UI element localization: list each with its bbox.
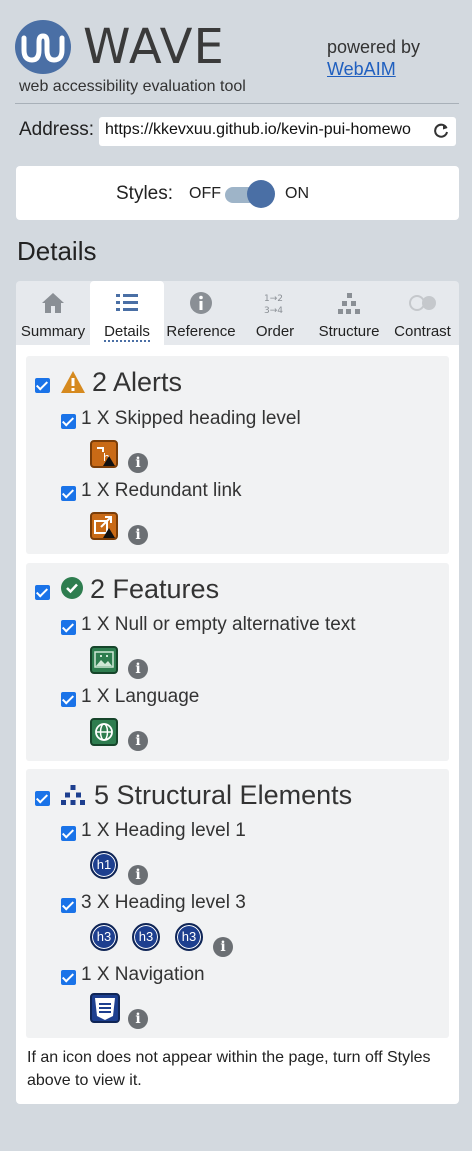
styles-off-label: OFF	[189, 185, 221, 202]
tab-summary[interactable]: Summary	[16, 281, 90, 345]
alerts-checkbox[interactable]	[35, 378, 50, 393]
null-alt-label: 1 X Null or empty alternative text	[81, 614, 356, 635]
tab-bar: Summary Details Reference 1→2 3→4 Order …	[16, 281, 459, 345]
address-value[interactable]: https://kkevxuu.github.io/kevin-pui-home…	[105, 121, 423, 139]
list-icon	[116, 294, 138, 311]
redundant-link-label: 1 X Redundant link	[81, 480, 242, 501]
heading-3-checkbox[interactable]	[61, 898, 76, 913]
tab-order[interactable]: 1→2 3→4 Order	[238, 281, 312, 345]
skipped-heading-icon[interactable]: h	[90, 440, 118, 468]
tab-summary-label: Summary	[20, 323, 86, 340]
contrast-icon	[408, 295, 436, 311]
language-checkbox[interactable]	[61, 692, 76, 707]
navigation-checkbox[interactable]	[61, 970, 76, 985]
skipped-heading-info-icon[interactable]: i	[128, 453, 148, 473]
heading-3-badge-icon[interactable]: h3	[175, 923, 203, 951]
home-icon	[42, 293, 64, 313]
info-circle-icon	[190, 292, 212, 314]
alerts-title: 2 Alerts	[92, 367, 183, 397]
heading-1-info-icon[interactable]: i	[128, 865, 148, 885]
heading-3-label: 3 X Heading level 3	[81, 892, 246, 913]
heading-1-badge-icon[interactable]: h1	[90, 851, 118, 879]
structure-group: 5 Structural Elements 1 X Heading level …	[26, 769, 449, 1038]
language-icon[interactable]	[90, 718, 118, 746]
structure-tree-icon	[61, 785, 85, 805]
language-info-icon[interactable]: i	[128, 731, 148, 751]
checkmark-circle-icon	[61, 577, 83, 599]
logo-text: WAVE	[83, 19, 225, 75]
styles-panel: Styles: OFF ON	[16, 166, 459, 220]
wave-logo-icon	[15, 20, 71, 74]
heading-1-label: 1 X Heading level 1	[81, 820, 246, 841]
address-label: Address:	[19, 119, 94, 140]
styles-toggle-knob[interactable]	[247, 180, 275, 208]
features-group: 2 Features 1 X Null or empty alternative…	[26, 563, 449, 761]
navigation-info-icon[interactable]: i	[128, 1009, 148, 1029]
heading-3-badge-icon[interactable]: h3	[90, 923, 118, 951]
powered-by-label: powered by	[327, 37, 421, 57]
styles-on-label: ON	[285, 185, 309, 202]
structure-title: 5 Structural Elements	[94, 780, 353, 810]
redundant-link-checkbox[interactable]	[61, 486, 76, 501]
skipped-heading-checkbox[interactable]	[61, 414, 76, 429]
heading-3-info-icon[interactable]: i	[213, 937, 233, 957]
tab-structure[interactable]: Structure	[312, 281, 386, 345]
language-label: 1 X Language	[81, 686, 200, 707]
heading-3-badge-icon[interactable]: h3	[132, 923, 160, 951]
tab-reference[interactable]: Reference	[164, 281, 238, 345]
redundant-link-info-icon[interactable]: i	[128, 525, 148, 545]
structure-checkbox[interactable]	[35, 791, 50, 806]
footer-note: If an icon does not appear within the pa…	[27, 1049, 431, 1089]
details-panel: 2 Alerts 1 X Skipped heading level h i 1…	[16, 345, 459, 1104]
details-heading: Details	[17, 236, 97, 266]
tab-details-label: Details	[104, 323, 150, 342]
features-checkbox[interactable]	[35, 585, 50, 600]
tab-order-label: Order	[255, 323, 295, 340]
webaim-link[interactable]: WebAIM	[327, 58, 420, 80]
null-alt-checkbox[interactable]	[61, 620, 76, 635]
tab-reference-label: Reference	[166, 323, 236, 340]
order-icon: 1→2 3→4	[264, 294, 283, 316]
header: WAVE web accessibility evaluation tool p…	[0, 0, 472, 104]
styles-label: Styles:	[116, 183, 174, 204]
alerts-group: 2 Alerts 1 X Skipped heading level h i 1…	[26, 356, 449, 554]
navigation-label: 1 X Navigation	[81, 964, 205, 985]
tab-contrast-label: Contrast	[394, 323, 451, 340]
powered-by: powered by WebAIM	[327, 36, 420, 80]
tab-details[interactable]: Details	[90, 281, 164, 345]
navigation-icon[interactable]	[90, 993, 120, 1023]
tab-contrast[interactable]: Contrast	[386, 281, 459, 345]
alert-triangle-icon	[61, 371, 85, 393]
redundant-link-icon[interactable]	[90, 512, 118, 540]
reload-icon[interactable]	[432, 122, 450, 140]
structure-icon	[338, 293, 360, 314]
header-divider	[15, 103, 459, 104]
tagline: web accessibility evaluation tool	[19, 78, 246, 95]
tab-structure-label: Structure	[318, 323, 380, 340]
heading-1-checkbox[interactable]	[61, 826, 76, 841]
features-title: 2 Features	[90, 574, 220, 604]
address-input[interactable]: https://kkevxuu.github.io/kevin-pui-home…	[99, 117, 456, 146]
null-alt-icon[interactable]	[90, 646, 118, 674]
svg-text:1→2: 1→2	[264, 294, 283, 304]
null-alt-info-icon[interactable]: i	[128, 659, 148, 679]
svg-text:3→4: 3→4	[264, 306, 283, 316]
skipped-heading-label: 1 X Skipped heading level	[81, 408, 301, 429]
